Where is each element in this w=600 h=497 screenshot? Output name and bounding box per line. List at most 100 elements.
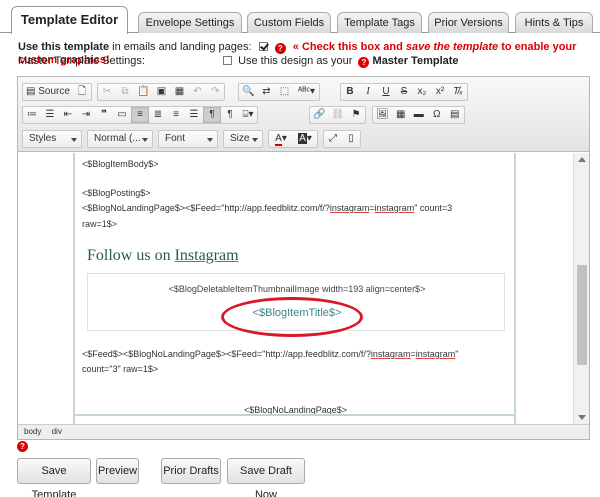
- editing-group: 🔍 ⇄ ⬚ ᴬᴮᶜ▾: [238, 83, 321, 101]
- rtl-icon[interactable]: ¶: [221, 107, 239, 123]
- select-all-icon[interactable]: ⬚: [275, 84, 293, 100]
- align-left-icon[interactable]: ≡: [131, 107, 149, 123]
- table-icon[interactable]: ▦: [392, 107, 410, 123]
- size-dropdown[interactable]: Size: [223, 130, 263, 148]
- thumbnail-tag: <$BlogDeletableItemThumbnailImage width=…: [168, 284, 426, 294]
- styles-dropdown[interactable]: Styles: [22, 130, 82, 148]
- chevron-down-icon: [207, 138, 213, 142]
- spellcheck-icon[interactable]: ᴬᴮᶜ▾: [293, 84, 319, 100]
- instagram-heading: Follow us on Instagram: [87, 247, 239, 264]
- superscript-icon[interactable]: x²: [431, 84, 449, 100]
- horizontal-rule-icon[interactable]: ▬: [410, 107, 428, 123]
- path-body[interactable]: body: [24, 427, 41, 436]
- master-template-checkbox[interactable]: [223, 56, 232, 65]
- tab-prior-versions[interactable]: Prior Versions: [428, 12, 509, 33]
- align-center-icon[interactable]: ≣: [149, 107, 167, 123]
- help-icon[interactable]: ?: [17, 441, 28, 452]
- maximize-icon[interactable]: ⤢: [324, 131, 342, 147]
- bold-icon[interactable]: B: [341, 84, 359, 100]
- end-feed-line: <$Feed$><$BlogNoLandingPage$><$Feed="htt…: [82, 349, 459, 359]
- save-draft-now-button[interactable]: Save Draft Now: [227, 458, 305, 497]
- iframe-icon[interactable]: ▤: [446, 107, 464, 123]
- background-color-icon[interactable]: A▾: [293, 131, 317, 147]
- paste-icon[interactable]: 📋: [134, 84, 152, 100]
- prior-drafts-button[interactable]: Prior Drafts: [161, 458, 221, 484]
- link-icon[interactable]: 🔗: [310, 107, 328, 123]
- language-icon[interactable]: ⌸▾: [239, 107, 257, 123]
- tab-template-editor[interactable]: Template Editor: [11, 6, 128, 34]
- redo-icon[interactable]: ↷: [206, 84, 224, 100]
- use-template-suffix: in emails and landing pages:: [109, 41, 252, 53]
- paste-text-icon[interactable]: ▣: [152, 84, 170, 100]
- highlight-oval: [221, 297, 363, 337]
- color-group: A▾ A▾: [268, 130, 318, 148]
- ltr-icon[interactable]: ¶: [203, 107, 221, 123]
- undo-icon[interactable]: ↶: [188, 84, 206, 100]
- scroll-up-icon[interactable]: [578, 157, 586, 162]
- end-feed-line-continued: count="3" raw=1$>: [82, 364, 159, 374]
- anchor-icon[interactable]: ⚑: [347, 107, 365, 123]
- master-template-label: Master Template: [372, 55, 459, 67]
- new-page-icon[interactable]: 🗋: [73, 84, 91, 100]
- preview-button[interactable]: Preview: [96, 458, 139, 484]
- indent-icon[interactable]: ⇥: [77, 107, 95, 123]
- clipboard-group: ✂ ⧉ 📋 ▣ ▦ ↶ ↷: [97, 83, 226, 101]
- tab-template-tags[interactable]: Template Tags: [337, 12, 422, 33]
- strike-icon[interactable]: S: [395, 84, 413, 100]
- font-dropdown[interactable]: Font: [158, 130, 218, 148]
- save-template-button[interactable]: Save Template: [17, 458, 91, 497]
- justify-icon[interactable]: ☰: [185, 107, 203, 123]
- find-icon[interactable]: 🔍: [239, 84, 257, 100]
- unlink-icon[interactable]: ⛓: [328, 107, 347, 123]
- paste-word-icon[interactable]: ▦: [170, 84, 188, 100]
- special-char-icon[interactable]: Ω: [428, 107, 446, 123]
- align-right-icon[interactable]: ≡: [167, 107, 185, 123]
- show-blocks-icon[interactable]: ▯: [342, 131, 360, 147]
- master-template-row: Master Template Settings: Use this desig…: [18, 55, 588, 68]
- scroll-down-icon[interactable]: [578, 415, 586, 420]
- insert-group: 🖼 ▦ ▬ Ω ▤: [372, 106, 465, 124]
- use-template-label: Use this template: [18, 41, 110, 53]
- rich-text-editor: ▤ Source 🗋 ✂ ⧉ 📋 ▣ ▦ ↶ ↷ 🔍 ⇄ ⬚ ᴬᴮᶜ▾ B I …: [17, 76, 590, 440]
- editor-content[interactable]: <$BlogItemBody$> <$BlogPosting$> <$BlogN…: [18, 153, 573, 424]
- tools-group: ⤢ ▯: [323, 130, 361, 148]
- list-group: ≔ ☰ ⇤ ⇥ ❞ ▭ ≡ ≣ ≡ ☰ ¶ ¶ ⌸▾: [22, 106, 258, 124]
- master-checkbox-label: Use this design as your: [238, 55, 353, 67]
- replace-icon[interactable]: ⇄: [257, 84, 275, 100]
- outdent-icon[interactable]: ⇤: [59, 107, 77, 123]
- chevron-down-icon: [142, 138, 148, 142]
- tab-hints-tips[interactable]: Hints & Tips: [515, 12, 593, 33]
- chevron-down-icon: [252, 138, 258, 142]
- link-group: 🔗 ⛓ ⚑: [309, 106, 367, 124]
- source-button[interactable]: ▤ Source: [23, 84, 73, 100]
- remove-format-icon[interactable]: T̸ₓ: [449, 84, 467, 100]
- feed-line: <$BlogNoLandingPage$><$Feed="http://app.…: [82, 203, 453, 213]
- numbered-list-icon[interactable]: ≔: [23, 107, 41, 123]
- italic-icon[interactable]: I: [359, 84, 377, 100]
- text-color-icon[interactable]: A▾: [269, 131, 293, 147]
- basic-styles-group: B I U S x₂ x² T̸ₓ: [340, 83, 468, 101]
- blockquote-icon[interactable]: ❞: [95, 107, 113, 123]
- subscript-icon[interactable]: x₂: [413, 84, 431, 100]
- use-template-checkbox[interactable]: [258, 42, 268, 51]
- editor-scrollbar[interactable]: [573, 153, 589, 424]
- format-dropdown[interactable]: Normal (...: [87, 130, 153, 148]
- bulleted-list-icon[interactable]: ☰: [41, 107, 59, 123]
- tab-custom-fields[interactable]: Custom Fields: [247, 12, 331, 33]
- element-path-bar: body div: [18, 424, 589, 439]
- chevron-down-icon: [71, 138, 77, 142]
- blog-item-body: <$BlogItemBody$>: [82, 159, 159, 169]
- tab-bar: Template Editor Envelope Settings Custom…: [0, 0, 600, 34]
- cut-icon[interactable]: ✂: [98, 84, 116, 100]
- copy-icon[interactable]: ⧉: [116, 84, 134, 100]
- image-icon[interactable]: 🖼: [373, 107, 392, 123]
- scroll-thumb[interactable]: [577, 265, 587, 365]
- document-group: ▤ Source 🗋: [22, 83, 92, 101]
- blog-posting: <$BlogPosting$>: [82, 188, 151, 198]
- div-container-icon[interactable]: ▭: [113, 107, 131, 123]
- tab-envelope-settings[interactable]: Envelope Settings: [138, 12, 242, 33]
- underline-icon[interactable]: U: [377, 84, 395, 100]
- path-div[interactable]: div: [52, 427, 62, 436]
- help-icon[interactable]: ?: [358, 57, 370, 68]
- help-icon[interactable]: ?: [274, 43, 286, 54]
